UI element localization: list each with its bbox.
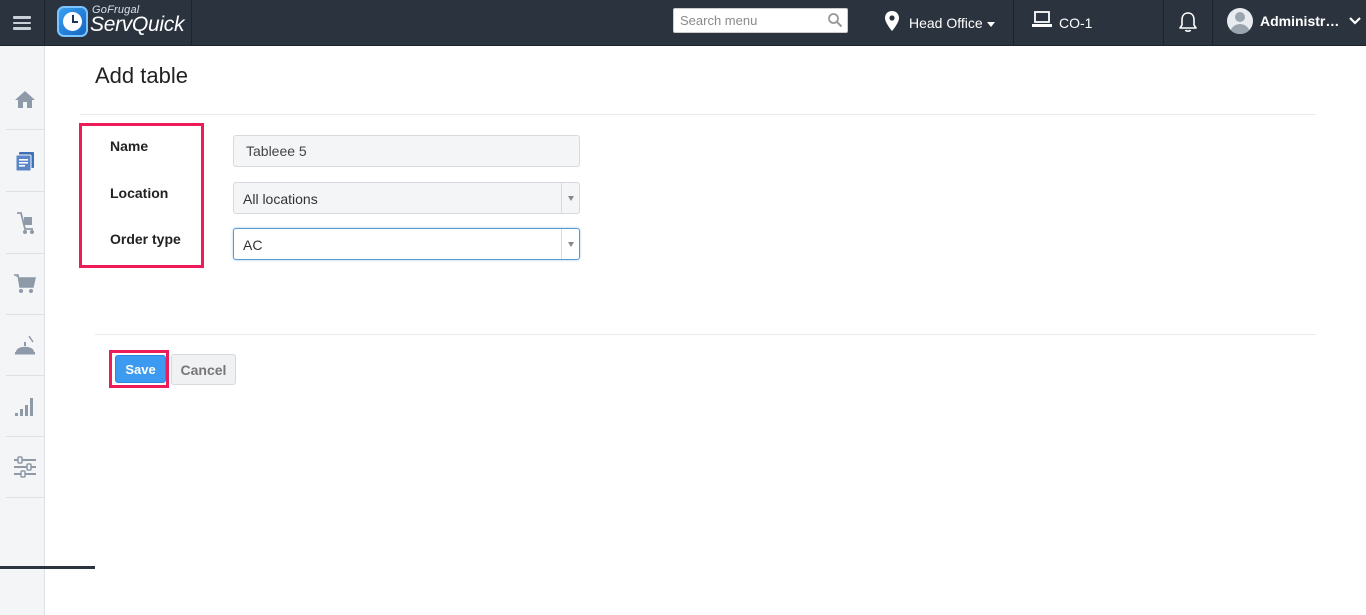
inventory-cart-icon [17, 212, 34, 234]
notifications-button[interactable] [1164, 0, 1213, 46]
servquick-logo-icon [57, 6, 88, 37]
dropdown-arrow-icon [561, 229, 579, 259]
brand-logo[interactable]: GoFrugal ServQuick [45, 0, 192, 46]
divider [95, 334, 1316, 335]
chevron-down-icon [1349, 17, 1361, 25]
location-label: Head Office [909, 15, 983, 31]
settings-sliders-icon [14, 456, 36, 478]
counter-label: CO-1 [1059, 15, 1093, 31]
order-type-label: Order type [110, 231, 181, 247]
location-selector[interactable]: Head Office [872, 0, 1014, 46]
name-input[interactable] [234, 136, 579, 166]
dropdown-arrow-icon [561, 183, 579, 213]
counter-selector[interactable]: CO-1 [1014, 0, 1164, 46]
catalog-icon [15, 152, 34, 172]
avatar-icon [1227, 8, 1253, 34]
user-menu[interactable]: Administrator [1213, 0, 1366, 46]
sidebar-item-restaurant[interactable] [6, 315, 44, 376]
sidebar-item-inventory[interactable] [6, 193, 44, 254]
user-name: Administrator [1260, 13, 1346, 29]
restaurant-icon [15, 335, 35, 355]
brand-product-name: ServQuick [90, 13, 185, 36]
map-pin-icon [885, 11, 899, 31]
menu-toggle-button[interactable] [0, 0, 45, 46]
location-select-value: All locations [243, 191, 318, 207]
caret-down-icon [987, 22, 995, 27]
sidebar-item-home[interactable] [6, 69, 44, 130]
search-menu [673, 8, 848, 33]
save-button[interactable]: Save [115, 355, 166, 383]
name-label: Name [110, 138, 149, 154]
sidebar-item-sales[interactable] [6, 254, 44, 315]
location-field-label: Location [110, 185, 169, 201]
search-icon[interactable] [827, 12, 843, 28]
page-title: Add table [95, 63, 188, 88]
sidebar-item-reports[interactable] [6, 376, 44, 437]
search-menu-input[interactable] [674, 9, 824, 32]
home-icon [15, 91, 35, 108]
top-navbar: GoFrugal ServQuick Head Office CO-1 [0, 0, 1366, 46]
reports-signal-icon [15, 398, 33, 416]
order-type-select[interactable]: AC [233, 228, 580, 260]
cancel-button[interactable]: Cancel [171, 354, 236, 385]
name-field [233, 135, 580, 167]
sidebar-item-catalog[interactable] [6, 131, 44, 192]
bell-icon [1179, 12, 1197, 32]
sidebar-bottom-bar [0, 566, 95, 569]
sidebar-item-settings[interactable] [6, 437, 44, 498]
divider [80, 114, 1316, 115]
location-select[interactable]: All locations [233, 182, 580, 214]
hamburger-icon [13, 16, 31, 30]
order-type-select-value: AC [243, 237, 263, 253]
computer-icon [1032, 11, 1052, 27]
shopping-cart-icon [14, 274, 36, 293]
left-sidebar [0, 46, 45, 615]
